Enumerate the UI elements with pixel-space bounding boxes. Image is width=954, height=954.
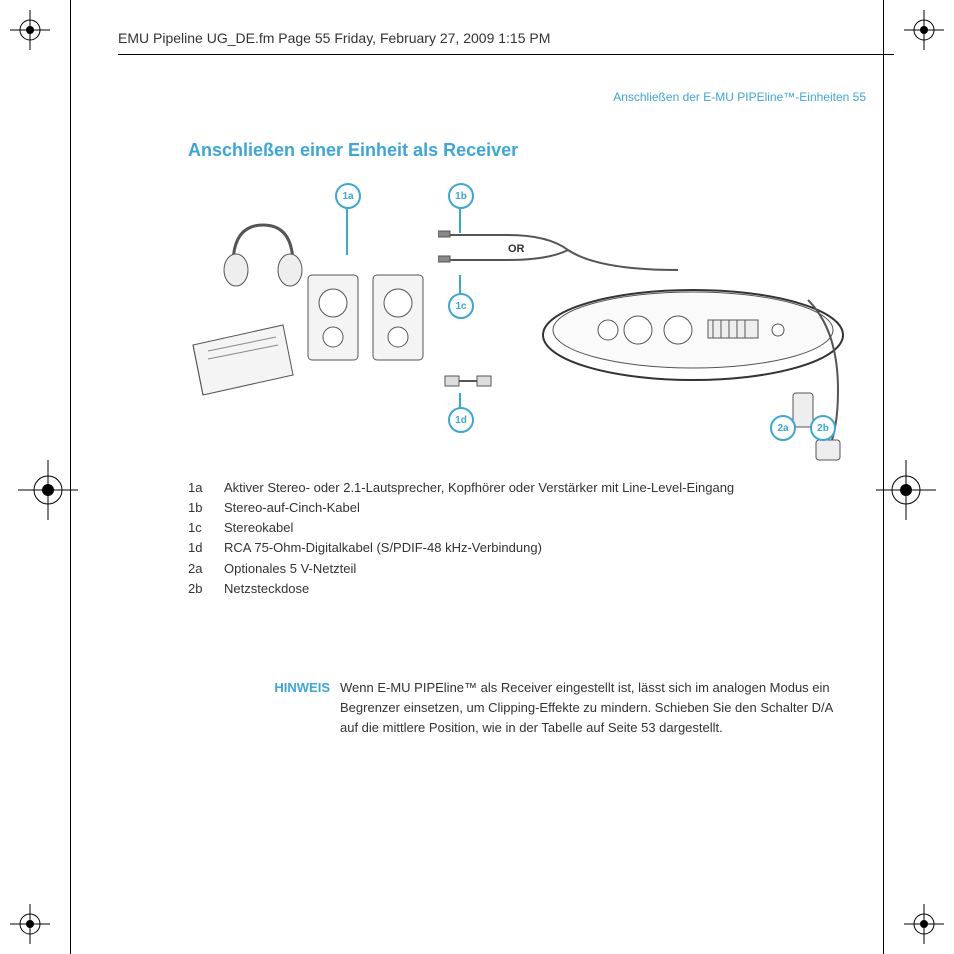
legend-row: 1d RCA 75-Ohm-Digitalkabel (S/PDIF-48 kH… (188, 538, 828, 558)
connection-diagram: OR 1a 1b 1c 1d 2a 2b (188, 175, 878, 475)
legend-row: 1c Stereokabel (188, 518, 828, 538)
callout-1a: 1a (335, 183, 361, 209)
or-label: OR (508, 243, 525, 255)
note-block: HINWEIS Wenn E-MU PIPEline™ als Receiver… (248, 678, 838, 738)
legend-row: 2b Netzsteckdose (188, 579, 828, 599)
legend-text: Netzsteckdose (224, 579, 828, 599)
digital-cable-icon (443, 370, 493, 392)
legend-key: 1c (188, 518, 224, 538)
header-text: EMU Pipeline UG_DE.fm Page 55 Friday, Fe… (118, 30, 550, 46)
callout-2b: 2b (810, 415, 836, 441)
legend-row: 1a Aktiver Stereo- oder 2.1-Lautsprecher… (188, 478, 828, 498)
amplifier-icon (188, 315, 298, 405)
legend: 1a Aktiver Stereo- oder 2.1-Lautsprecher… (188, 478, 828, 599)
legend-key: 2b (188, 579, 224, 599)
crop-mark-icon (904, 904, 944, 944)
legend-text: Optionales 5 V-Netzteil (224, 559, 828, 579)
legend-text: Aktiver Stereo- oder 2.1-Lautsprecher, K… (224, 478, 828, 498)
legend-row: 2a Optionales 5 V-Netzteil (188, 559, 828, 579)
legend-key: 1a (188, 478, 224, 498)
legend-text: RCA 75-Ohm-Digitalkabel (S/PDIF-48 kHz-V… (224, 538, 828, 558)
callout-1d: 1d (448, 407, 474, 433)
callout-2a: 2a (770, 415, 796, 441)
legend-text: Stereo-auf-Cinch-Kabel (224, 498, 828, 518)
legend-row: 1b Stereo-auf-Cinch-Kabel (188, 498, 828, 518)
running-head: Anschließen der E-MU PIPEline™-Einheiten… (613, 90, 866, 104)
page-header: EMU Pipeline UG_DE.fm Page 55 Friday, Fe… (118, 24, 894, 55)
registration-mark-icon (876, 460, 936, 520)
legend-text: Stereokabel (224, 518, 828, 538)
note-label: HINWEIS (248, 678, 340, 738)
section-title: Anschließen einer Einheit als Receiver (188, 140, 518, 161)
crop-mark-icon (904, 10, 944, 50)
crop-mark-icon (10, 904, 50, 944)
callout-1b: 1b (448, 183, 474, 209)
registration-mark-icon (18, 460, 78, 520)
callout-1c: 1c (448, 293, 474, 319)
legend-key: 1b (188, 498, 224, 518)
legend-key: 2a (188, 559, 224, 579)
speakers-icon (298, 255, 438, 375)
crop-mark-icon (10, 10, 50, 50)
note-text: Wenn E-MU PIPEline™ als Receiver eingest… (340, 678, 838, 738)
headphones-icon (218, 215, 308, 295)
legend-key: 1d (188, 538, 224, 558)
